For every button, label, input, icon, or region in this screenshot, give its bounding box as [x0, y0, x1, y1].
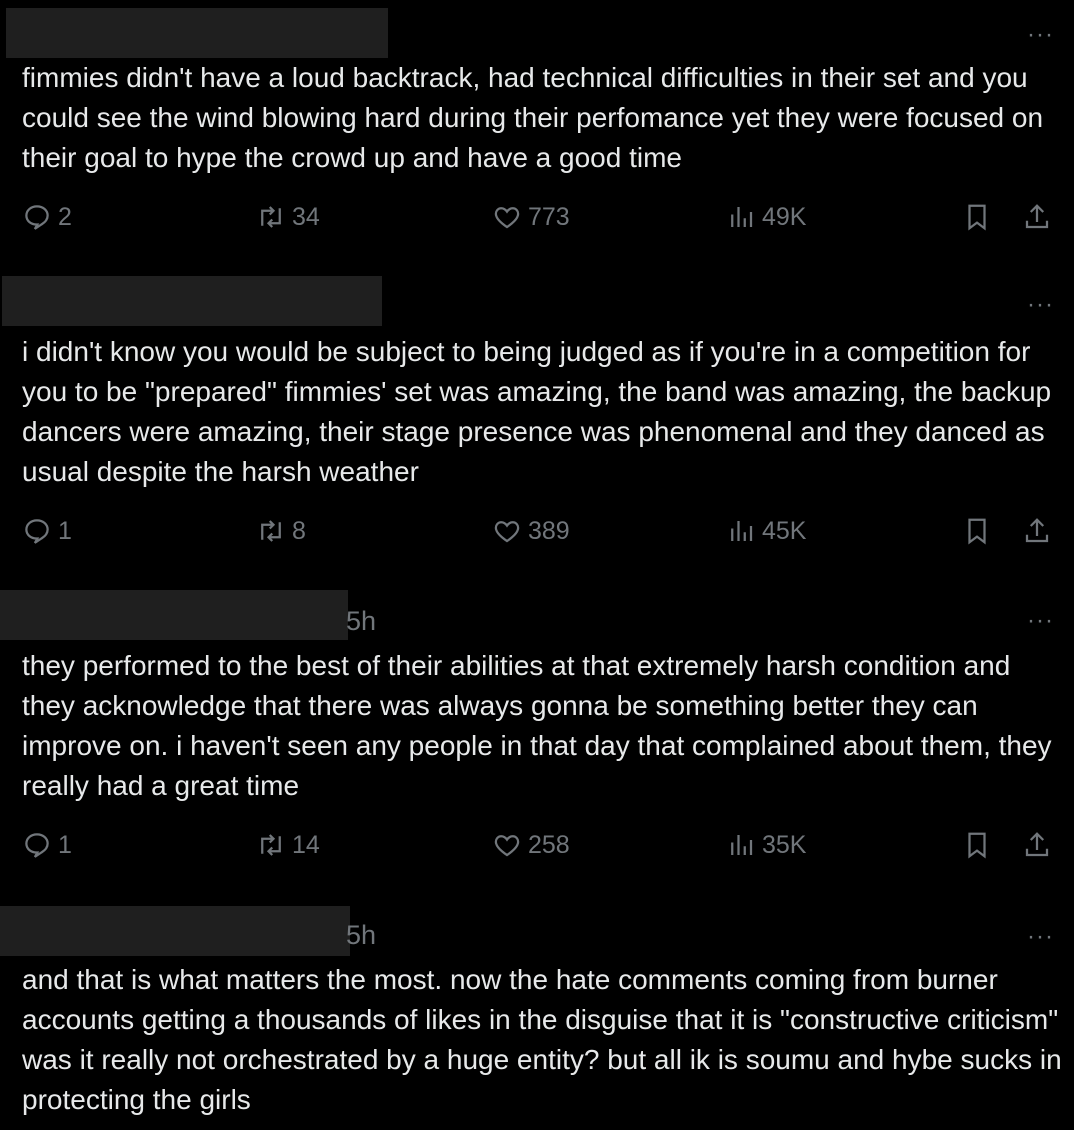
share-icon	[1025, 832, 1049, 857]
reply-button[interactable]: 2	[22, 202, 72, 232]
redacted-author	[0, 906, 350, 956]
more-options-button[interactable]: ···	[1027, 23, 1054, 47]
bookmark-button[interactable]	[962, 830, 998, 860]
views-icon	[731, 835, 753, 855]
redacted-author	[0, 590, 348, 640]
share-button[interactable]	[1022, 516, 1058, 546]
action-bar: 1 8 389 45K	[0, 516, 1074, 556]
action-bar: 1 14 258 35K	[0, 830, 1074, 870]
post-text: and that is what matters the most. now t…	[22, 964, 1062, 1115]
post-3[interactable]: 5h ··· they performed to the best of the…	[0, 584, 1074, 894]
post-timestamp: 5h	[346, 606, 377, 636]
more-options-button[interactable]: ···	[1027, 609, 1054, 633]
reply-count: 1	[58, 517, 72, 545]
reply-count: 1	[58, 831, 72, 859]
like-count: 258	[528, 831, 570, 859]
reply-icon	[25, 205, 49, 230]
like-button[interactable]: 389	[492, 516, 570, 546]
post-2[interactable]: ··· i didn't know you would be subject t…	[0, 270, 1074, 580]
heart-icon	[494, 521, 520, 543]
like-button[interactable]: 773	[492, 202, 570, 232]
redacted-author	[6, 8, 388, 58]
views-icon	[731, 207, 753, 227]
views-button[interactable]: 49K	[726, 202, 806, 232]
bookmark-icon	[968, 832, 986, 859]
post-text: fimmies didn't have a loud backtrack, ha…	[22, 62, 1044, 173]
heart-icon	[494, 207, 520, 229]
repost-icon	[261, 834, 281, 856]
like-button[interactable]: 258	[492, 830, 570, 860]
action-bar: 2 34 773 49K	[0, 202, 1074, 242]
post-4[interactable]: 5h ··· and that is what matters the most…	[0, 898, 1074, 1130]
like-count: 389	[528, 517, 570, 545]
share-button[interactable]	[1022, 202, 1058, 232]
repost-icon	[261, 520, 281, 542]
more-options-button[interactable]: ···	[1027, 925, 1054, 949]
bookmark-button[interactable]	[962, 202, 998, 232]
view-count: 49K	[762, 203, 807, 231]
reply-icon	[25, 833, 49, 858]
post-text: they performed to the best of their abil…	[22, 650, 1052, 801]
share-icon	[1025, 518, 1049, 543]
repost-button[interactable]: 34	[256, 202, 320, 232]
share-icon	[1025, 204, 1049, 229]
repost-icon	[261, 206, 281, 228]
view-count: 45K	[762, 517, 807, 545]
post-timestamp: 5h	[346, 920, 377, 950]
reply-button[interactable]: 1	[22, 830, 72, 860]
views-button[interactable]: 45K	[726, 516, 806, 546]
post-text: i didn't know you would be subject to be…	[22, 336, 1052, 487]
repost-count: 34	[292, 203, 320, 231]
reply-count: 2	[58, 203, 72, 231]
bookmark-icon	[968, 518, 986, 545]
views-button[interactable]: 35K	[726, 830, 806, 860]
views-icon	[731, 521, 753, 541]
reply-icon	[25, 519, 49, 544]
bookmark-button[interactable]	[962, 516, 998, 546]
like-count: 773	[528, 203, 570, 231]
bookmark-icon	[968, 204, 986, 231]
view-count: 35K	[762, 831, 807, 859]
redacted-author	[2, 276, 382, 326]
more-options-button[interactable]: ···	[1027, 293, 1054, 317]
post-1[interactable]: ··· fimmies didn't have a loud backtrack…	[0, 0, 1074, 260]
heart-icon	[494, 835, 520, 857]
repost-count: 8	[292, 517, 306, 545]
share-button[interactable]	[1022, 830, 1058, 860]
repost-button[interactable]: 14	[256, 830, 320, 860]
repost-button[interactable]: 8	[256, 516, 306, 546]
repost-count: 14	[292, 831, 320, 859]
reply-button[interactable]: 1	[22, 516, 72, 546]
